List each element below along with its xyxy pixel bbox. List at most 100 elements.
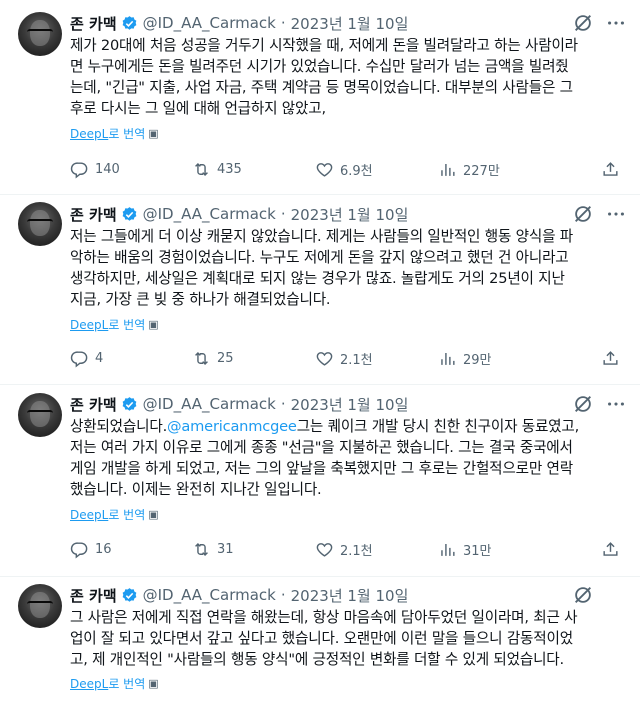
translate-brand: DeepL [70,676,109,691]
avatar[interactable] [18,202,62,246]
views-count: 227만 [463,163,500,179]
tweet-text-line: 상환되었습니다.@americanmcgee그는 퀘이크 개발 당시 친한 친구… [70,416,626,437]
author-name[interactable]: 존 카맥 [70,585,117,606]
translate-brand: DeepL [70,507,109,522]
share-button[interactable] [601,157,620,181]
more-icon[interactable] [605,393,627,415]
reply-button[interactable]: 16 [70,537,112,561]
reply-icon [70,541,88,558]
translate-icon: ▣ [148,318,159,331]
verified-badge-icon [122,206,136,221]
reply-icon [70,350,88,367]
like-button[interactable]: 2.1천 [315,537,373,561]
share-button[interactable] [601,346,620,370]
share-icon [603,161,618,176]
avatar[interactable] [18,12,62,56]
action-bar: 16 31 2.1천 31만 [70,537,630,561]
tweet-date[interactable]: 2023년 1월 10일 [291,585,409,606]
grok-icon[interactable] [572,203,594,225]
tweet-date[interactable]: 2023년 1월 10일 [291,204,409,225]
like-button[interactable]: 6.9천 [315,157,373,181]
retweet-icon [195,351,208,365]
tweet-text-line: 악하는 배움의 경험이었습니다. 누구도 저에게 돈을 갚지 않으려고 했던 건… [70,249,569,266]
translate-link[interactable]: DeepL 로 번역 ▣ [70,125,159,142]
retweet-count: 31 [217,541,234,557]
grok-icon[interactable] [572,393,594,415]
retweet-button[interactable]: 31 [192,537,234,561]
reply-button[interactable]: 140 [70,157,120,181]
avatar[interactable] [18,584,62,628]
views-button[interactable]: 227만 [438,157,500,181]
translate-link[interactable]: DeepL 로 번역 ▣ [70,675,159,692]
reply-icon [70,161,88,178]
like-count: 6.9천 [340,163,373,179]
tweet-text: 그 사람은 저에게 직접 연락을 해왔는데, 항상 마음속에 담아두었던 일이라… [70,607,626,670]
views-icon [441,543,455,556]
views-button[interactable]: 31만 [438,537,492,561]
tweet-text-line: 했습니다. 이제는 완전히 지나간 일입니다. [70,481,322,498]
tweet-header: 존 카맥 @ID_AA_Carmack · 2023년 1월 10일 [70,202,408,226]
share-icon [603,541,618,556]
reply-count: 4 [95,350,104,366]
tweet-text-line: 고, 제 개인적인 "사람들의 행동 양식"에 긍정적인 변화를 더할 수 있게… [70,651,564,668]
like-count: 2.1천 [340,543,373,559]
reply-button[interactable]: 4 [70,346,103,370]
action-bar: 140 435 6.9천 227만 [70,157,630,181]
verified-badge-icon [122,396,136,411]
tweet-text-line: 제가 20대에 처음 성공을 거두기 시작했을 때, 저에게 돈을 빌려달라고 … [70,37,578,54]
views-icon [441,163,455,176]
avatar[interactable] [18,393,62,437]
like-icon [316,542,333,557]
retweet-button[interactable]: 435 [192,157,242,181]
translate-label: 로 번역 [108,318,146,332]
separator-dot: · [280,14,286,32]
translate-icon: ▣ [148,508,159,521]
share-button[interactable] [601,537,620,561]
translate-link[interactable]: DeepL 로 번역 ▣ [70,316,159,333]
translate-label: 로 번역 [108,127,146,141]
more-icon[interactable] [605,12,627,34]
author-handle[interactable]: @ID_AA_Carmack [143,205,276,223]
author-name[interactable]: 존 카맥 [70,204,117,225]
views-icon [441,352,455,365]
like-button[interactable]: 2.1천 [315,346,373,370]
reply-count: 16 [95,541,112,557]
verified-badge-icon [122,587,136,602]
author-handle[interactable]: @ID_AA_Carmack [143,586,276,604]
tweet-text-line: 는데, "긴급" 지출, 사업 자금, 주택 계약금 등 명목이었습니다. 대부… [70,79,573,96]
tweet-text-line: 후로 다시는 그 일에 대해 언급하지 않았고, [70,100,326,117]
views-count: 31만 [463,543,492,559]
views-button[interactable]: 29만 [438,346,492,370]
tweet-text-segment: 그는 퀘이크 개발 당시 친한 친구이자 동료였고, [296,418,580,435]
like-icon [316,162,333,177]
tweet-header: 존 카맥 @ID_AA_Carmack · 2023년 1월 10일 [70,583,408,607]
tweet-text-line: 생각하지만, 세상일은 계획대로 되지 않는 경우가 많죠. 놀랍게도 거의 2… [70,270,565,287]
tweet-date[interactable]: 2023년 1월 10일 [291,394,409,415]
translate-link[interactable]: DeepL 로 번역 ▣ [70,506,159,523]
retweet-count: 435 [217,161,242,177]
retweet-button[interactable]: 25 [192,346,234,370]
more-icon[interactable] [605,203,627,225]
translate-icon: ▣ [148,677,159,690]
tweet-text-line: 저는 여러 가지 이유로 그에게 종종 "선금"을 지불하곤 했습니다. 그는 … [70,439,573,456]
tweet-date[interactable]: 2023년 1월 10일 [291,13,409,34]
verified-badge-icon [122,15,136,30]
like-count: 2.1천 [340,352,373,368]
translate-label: 로 번역 [108,677,146,691]
grok-icon[interactable] [572,584,594,606]
views-count: 29만 [463,352,492,368]
action-bar: 4 25 2.1천 29만 [70,346,630,370]
tweet-text-line: 게임 개발을 하게 되었고, 저는 그의 앞날을 축복했지만 그 후로는 간헐적… [70,460,573,477]
tweet-divider [0,576,640,577]
mention-link[interactable]: @americanmcgee [167,418,297,435]
author-handle[interactable]: @ID_AA_Carmack [143,14,276,32]
tweet-text: 저는 그들에게 더 이상 캐묻지 않았습니다. 제게는 사람들의 일반적인 행동… [70,226,626,310]
separator-dot: · [280,586,286,604]
author-name[interactable]: 존 카맥 [70,13,117,34]
translate-brand: DeepL [70,317,109,332]
tweet-text: 제가 20대에 처음 성공을 거두기 시작했을 때, 저에게 돈을 빌려달라고 … [70,35,626,119]
author-name[interactable]: 존 카맥 [70,394,117,415]
retweet-count: 25 [217,350,234,366]
author-handle[interactable]: @ID_AA_Carmack [143,395,276,413]
grok-icon[interactable] [572,12,594,34]
